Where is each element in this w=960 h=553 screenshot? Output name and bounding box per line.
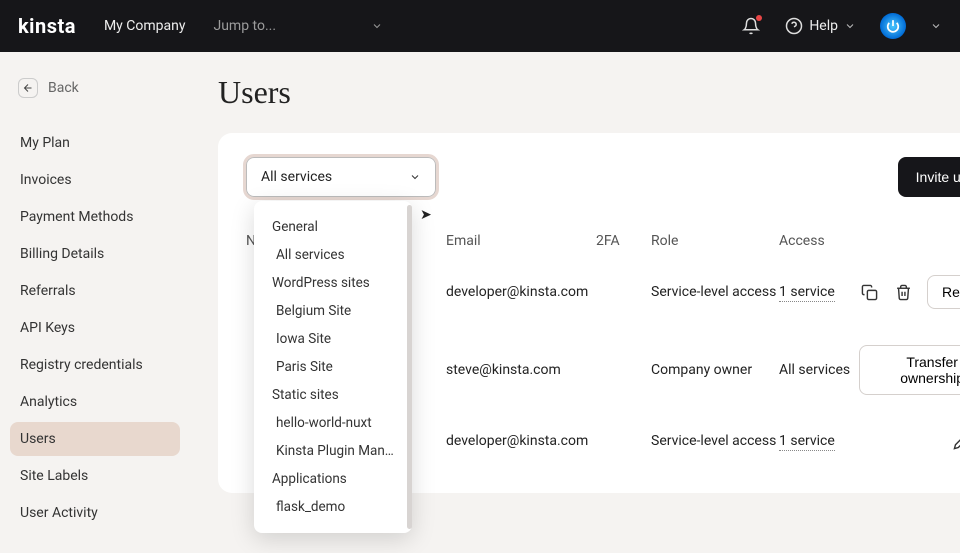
sidebar: Back My PlanInvoicesPayment MethodsBilli… xyxy=(0,52,190,553)
chevron-down-icon xyxy=(844,20,856,32)
col-access: Access xyxy=(779,233,859,249)
dropdown-item[interactable]: flask_demo xyxy=(254,493,412,521)
power-icon xyxy=(886,19,900,33)
help-label: Help xyxy=(809,18,838,34)
avatar[interactable] xyxy=(880,13,906,39)
service-filter-select[interactable]: All services xyxy=(246,157,436,197)
dropdown-group: WordPress sites xyxy=(254,269,412,297)
dropdown-item[interactable]: Iowa Site xyxy=(254,325,412,353)
dropdown-item[interactable]: Kinsta Plugin Man… xyxy=(254,437,412,465)
sidebar-item-users[interactable]: Users xyxy=(10,422,180,456)
jump-to-label: Jump to... xyxy=(213,18,276,34)
topbar-right: Help xyxy=(741,13,942,39)
col-email: Email xyxy=(446,233,596,249)
help-menu[interactable]: Help xyxy=(785,17,856,35)
sidebar-item-user-activity[interactable]: User Activity xyxy=(10,496,180,530)
sidebar-item-invoices[interactable]: Invoices xyxy=(10,163,180,197)
role-cell: Service-level access xyxy=(651,433,779,449)
transfer-ownership-button[interactable]: Transfer ownership xyxy=(859,345,960,395)
dropdown-scrollbar[interactable] xyxy=(407,205,412,529)
dropdown-group: Applications xyxy=(254,465,412,493)
notification-dot xyxy=(756,15,762,21)
col-role: Role xyxy=(651,233,779,249)
copy-button[interactable] xyxy=(859,282,879,302)
sidebar-item-billing-details[interactable]: Billing Details xyxy=(10,237,180,271)
sidebar-item-referrals[interactable]: Referrals xyxy=(10,274,180,308)
arrow-left-icon xyxy=(18,78,38,98)
topbar: kinsta My Company Jump to... Help xyxy=(0,0,960,52)
main: Users All services Invite users GeneralA… xyxy=(190,52,960,553)
jump-to-select[interactable]: Jump to... xyxy=(213,18,383,34)
chevron-down-icon xyxy=(409,171,421,183)
role-cell: Company owner xyxy=(651,362,779,378)
page-title: Users xyxy=(218,74,960,111)
users-card: All services Invite users GeneralAll ser… xyxy=(218,133,960,493)
dropdown-group: General xyxy=(254,213,412,241)
sidebar-item-api-keys[interactable]: API Keys xyxy=(10,311,180,345)
sidebar-item-registry-credentials[interactable]: Registry credentials xyxy=(10,348,180,382)
edit-button[interactable] xyxy=(951,431,960,451)
logo: kinsta xyxy=(18,14,76,38)
resend-button[interactable]: Resend xyxy=(927,275,960,309)
access-value[interactable]: 1 service xyxy=(779,284,835,302)
toolbar: All services Invite users GeneralAll ser… xyxy=(246,157,960,197)
help-icon xyxy=(785,17,803,35)
invite-users-button[interactable]: Invite users xyxy=(898,157,960,197)
access-value[interactable]: 1 service xyxy=(779,433,835,451)
email-cell: steve@kinsta.com xyxy=(446,362,596,378)
cursor-icon: ➤ xyxy=(420,207,432,223)
trash-button[interactable] xyxy=(893,282,913,302)
col-2fa: 2FA xyxy=(596,233,651,249)
layout: Back My PlanInvoicesPayment MethodsBilli… xyxy=(0,52,960,553)
role-cell: Service-level access xyxy=(651,284,779,300)
access-value: All services xyxy=(779,362,850,378)
back-button[interactable]: Back xyxy=(10,72,180,104)
notifications-button[interactable] xyxy=(741,16,761,36)
back-label: Back xyxy=(48,80,79,96)
chevron-down-icon xyxy=(371,20,383,32)
dropdown-item[interactable]: hello-world-nuxt xyxy=(254,409,412,437)
sidebar-item-payment-methods[interactable]: Payment Methods xyxy=(10,200,180,234)
company-name[interactable]: My Company xyxy=(104,18,186,34)
email-cell: developer@kinsta.com xyxy=(446,433,596,449)
dropdown-item[interactable]: Paris Site xyxy=(254,353,412,381)
dropdown-item[interactable]: Belgium Site xyxy=(254,297,412,325)
topbar-left: kinsta My Company Jump to... xyxy=(18,14,383,38)
sidebar-item-my-plan[interactable]: My Plan xyxy=(10,126,180,160)
user-menu-chevron[interactable] xyxy=(930,20,942,32)
dropdown-group: Static sites xyxy=(254,381,412,409)
sidebar-item-site-labels[interactable]: Site Labels xyxy=(10,459,180,493)
email-cell: developer@kinsta.com xyxy=(446,284,596,300)
service-filter-value: All services xyxy=(261,169,332,185)
dropdown-item[interactable]: All services xyxy=(254,241,412,269)
sidebar-item-analytics[interactable]: Analytics xyxy=(10,385,180,419)
sidebar-nav: My PlanInvoicesPayment MethodsBilling De… xyxy=(10,126,180,530)
service-filter-dropdown: GeneralAll servicesWordPress sitesBelgiu… xyxy=(254,201,412,533)
